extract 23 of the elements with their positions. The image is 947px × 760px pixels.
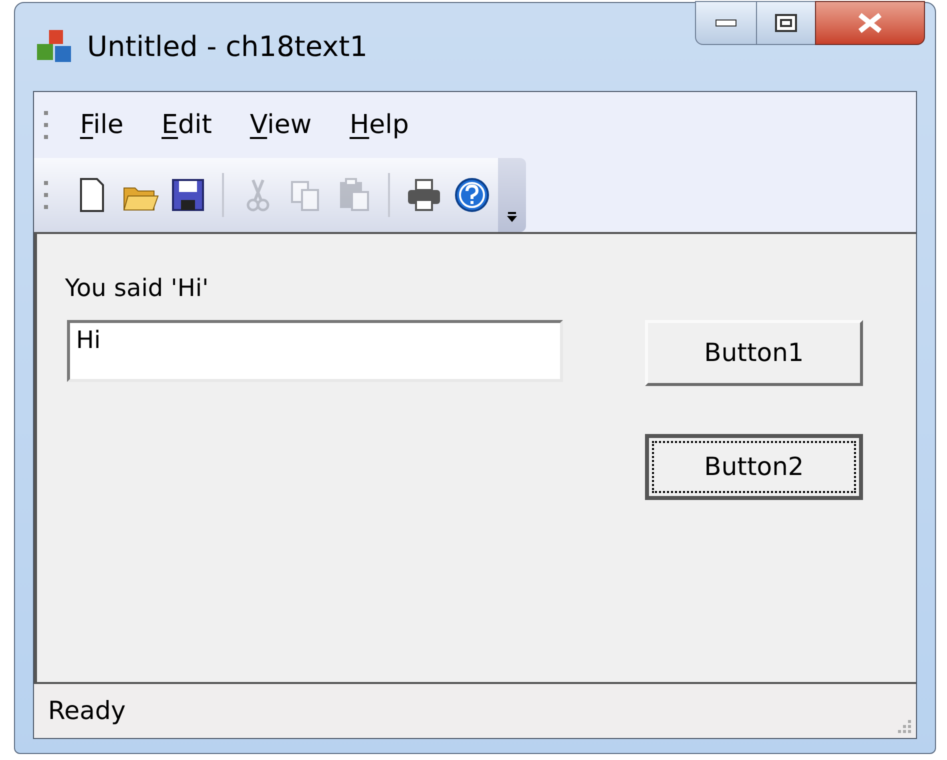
minimize-icon: [715, 19, 737, 27]
push-button[interactable]: Button1: [645, 320, 863, 386]
minimize-button[interactable]: [695, 1, 757, 45]
output-label: You said 'Hi': [65, 273, 209, 304]
text-input-field[interactable]: Hi: [67, 320, 563, 382]
overflow-icon: [507, 212, 517, 222]
menu-item[interactable]: Edit: [160, 106, 214, 144]
close-button[interactable]: [815, 1, 925, 45]
restore-icon: [775, 14, 797, 32]
status-text: Ready: [48, 695, 126, 728]
help-icon: [453, 176, 491, 214]
window-title: Untitled - ch18text1: [87, 29, 368, 65]
grip-icon: [44, 111, 48, 139]
menu-item[interactable]: View: [248, 106, 314, 144]
menu-item[interactable]: Help: [348, 106, 411, 144]
grip-icon: [44, 181, 48, 209]
maximize-button[interactable]: [757, 1, 815, 45]
close-icon: [857, 13, 883, 33]
printer-icon: [405, 176, 443, 214]
push-button[interactable]: Button2: [645, 434, 863, 500]
menu-item[interactable]: File: [78, 106, 126, 144]
toolbar-overflow-button[interactable]: [498, 158, 526, 232]
resize-grip-icon: [896, 718, 912, 734]
